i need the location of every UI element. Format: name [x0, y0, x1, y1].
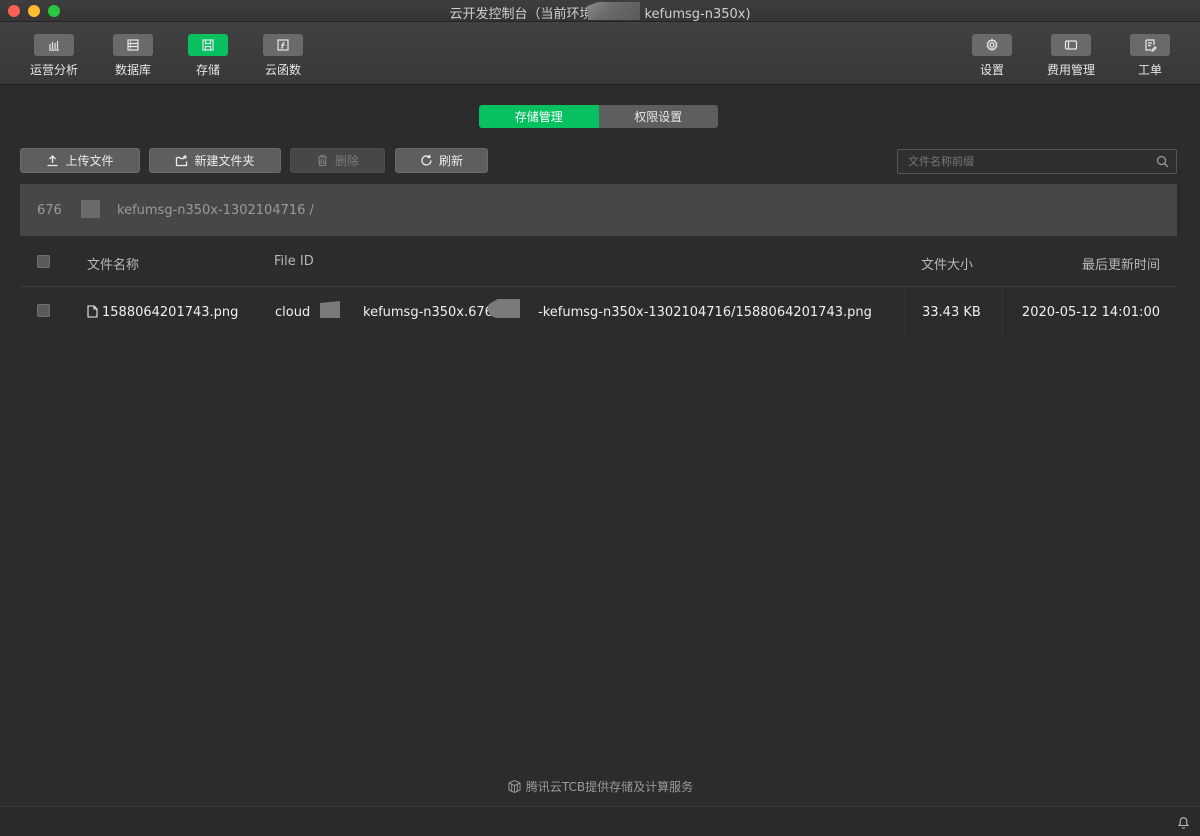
toolbar-storage-label: 存储: [195, 63, 220, 77]
ticket-icon: [1130, 34, 1170, 56]
tcb-logo-icon: [508, 779, 521, 794]
column-divider: [1002, 287, 1003, 337]
breadcrumb-env-prefix[interactable]: 676: [37, 203, 62, 218]
app-window: 云开发控制台（当前环境 kefumsg-n350x) 运营分析 数据库 存储 云…: [0, 0, 1200, 836]
file-id-part3: -kefumsg-n350x-1302104716/1588064201743.…: [538, 305, 872, 320]
header-file-size[interactable]: 文件大小: [921, 254, 973, 273]
breadcrumb-bucket-path[interactable]: kefumsg-n350x-1302104716 /: [117, 203, 314, 218]
new-folder-button[interactable]: 新建文件夹: [149, 148, 281, 173]
tab-storage-manage[interactable]: 存储管理: [479, 105, 599, 128]
function-icon: [263, 34, 303, 56]
title-bar: 云开发控制台（当前环境 kefumsg-n350x): [0, 0, 1200, 22]
toolbar-database[interactable]: 数据库: [98, 34, 168, 78]
refresh-button[interactable]: 刷新: [395, 148, 488, 173]
file-name: 1588064201743.png: [102, 305, 239, 320]
breadcrumb: 676 kefumsg-n350x-1302104716 /: [20, 184, 1177, 236]
trash-icon: [317, 154, 327, 167]
toolbar-ticket-label: 工单: [1137, 63, 1162, 77]
delete-label: 删除: [334, 154, 359, 168]
toolbar-ticket[interactable]: 工单: [1115, 34, 1185, 78]
new-folder-icon: [176, 155, 188, 167]
toolbar-functions-label: 云函数: [264, 63, 301, 77]
search-icon[interactable]: [1156, 155, 1169, 168]
redaction-mask: [81, 200, 100, 218]
database-icon: [113, 34, 153, 56]
redaction-mask: [488, 299, 520, 318]
file-icon: [87, 305, 98, 318]
file-size: 33.43 KB: [922, 305, 981, 320]
file-id-part1: cloud: [275, 305, 311, 320]
upload-file-button[interactable]: 上传文件: [20, 148, 140, 173]
toolbar-database-label: 数据库: [114, 63, 151, 77]
search-box: [897, 149, 1177, 174]
column-divider: [905, 287, 906, 337]
table-header: 文件名称 File ID 文件大小 最后更新时间: [20, 236, 1177, 287]
billing-icon: [1051, 34, 1091, 56]
storage-icon: [188, 34, 228, 56]
table-row[interactable]: 1588064201743.png cloud kefumsg-n350x.67…: [20, 287, 1177, 337]
redaction-mask: [588, 2, 640, 20]
upload-icon: [47, 155, 58, 167]
tab-permission-settings[interactable]: 权限设置: [598, 105, 718, 128]
toolbar-settings-label: 设置: [979, 63, 1004, 77]
window-title-suffix: kefumsg-n350x): [644, 7, 751, 22]
storage-tabs: 存储管理 权限设置: [479, 105, 718, 128]
footer-note: 腾讯云TCB提供存储及计算服务: [0, 778, 1200, 795]
toolbar-operations-label: 运营分析: [29, 63, 78, 77]
file-id-part2: kefumsg-n350x.676: [363, 305, 493, 320]
file-updated-time: 2020-05-12 14:01:00: [1021, 305, 1160, 320]
toolbar-billing[interactable]: 费用管理: [1036, 34, 1106, 78]
main-toolbar: 运营分析 数据库 存储 云函数 设置 费用管理 工单: [0, 22, 1200, 85]
file-name-cell[interactable]: 1588064201743.png: [87, 305, 238, 320]
toolbar-billing-label: 费用管理: [1046, 63, 1095, 77]
toolbar-settings[interactable]: 设置: [957, 34, 1027, 78]
gear-icon: [972, 34, 1012, 56]
redaction-mask: [320, 301, 340, 318]
new-folder-label: 新建文件夹: [194, 154, 255, 168]
header-file-id[interactable]: File ID: [274, 254, 314, 269]
bell-icon[interactable]: [1177, 815, 1190, 829]
delete-button[interactable]: 删除: [290, 148, 385, 173]
header-file-name[interactable]: 文件名称: [87, 254, 139, 273]
toolbar-operations[interactable]: 运营分析: [19, 34, 89, 78]
upload-file-label: 上传文件: [65, 154, 114, 168]
select-all-checkbox[interactable]: [37, 255, 50, 268]
status-bar: [0, 806, 1200, 836]
search-input[interactable]: [898, 150, 1148, 173]
refresh-label: 刷新: [438, 154, 463, 168]
toolbar-functions[interactable]: 云函数: [248, 34, 318, 78]
toolbar-storage[interactable]: 存储: [173, 34, 243, 78]
scrollbar[interactable]: [1191, 85, 1200, 806]
window-title-prefix: 云开发控制台（当前环境: [449, 7, 593, 22]
row-checkbox[interactable]: [37, 304, 50, 317]
bar-chart-icon: [34, 34, 74, 56]
header-updated-time[interactable]: 最后更新时间: [1020, 254, 1160, 273]
refresh-icon: [421, 155, 432, 166]
footer-note-text: 腾讯云TCB提供存储及计算服务: [525, 780, 694, 794]
